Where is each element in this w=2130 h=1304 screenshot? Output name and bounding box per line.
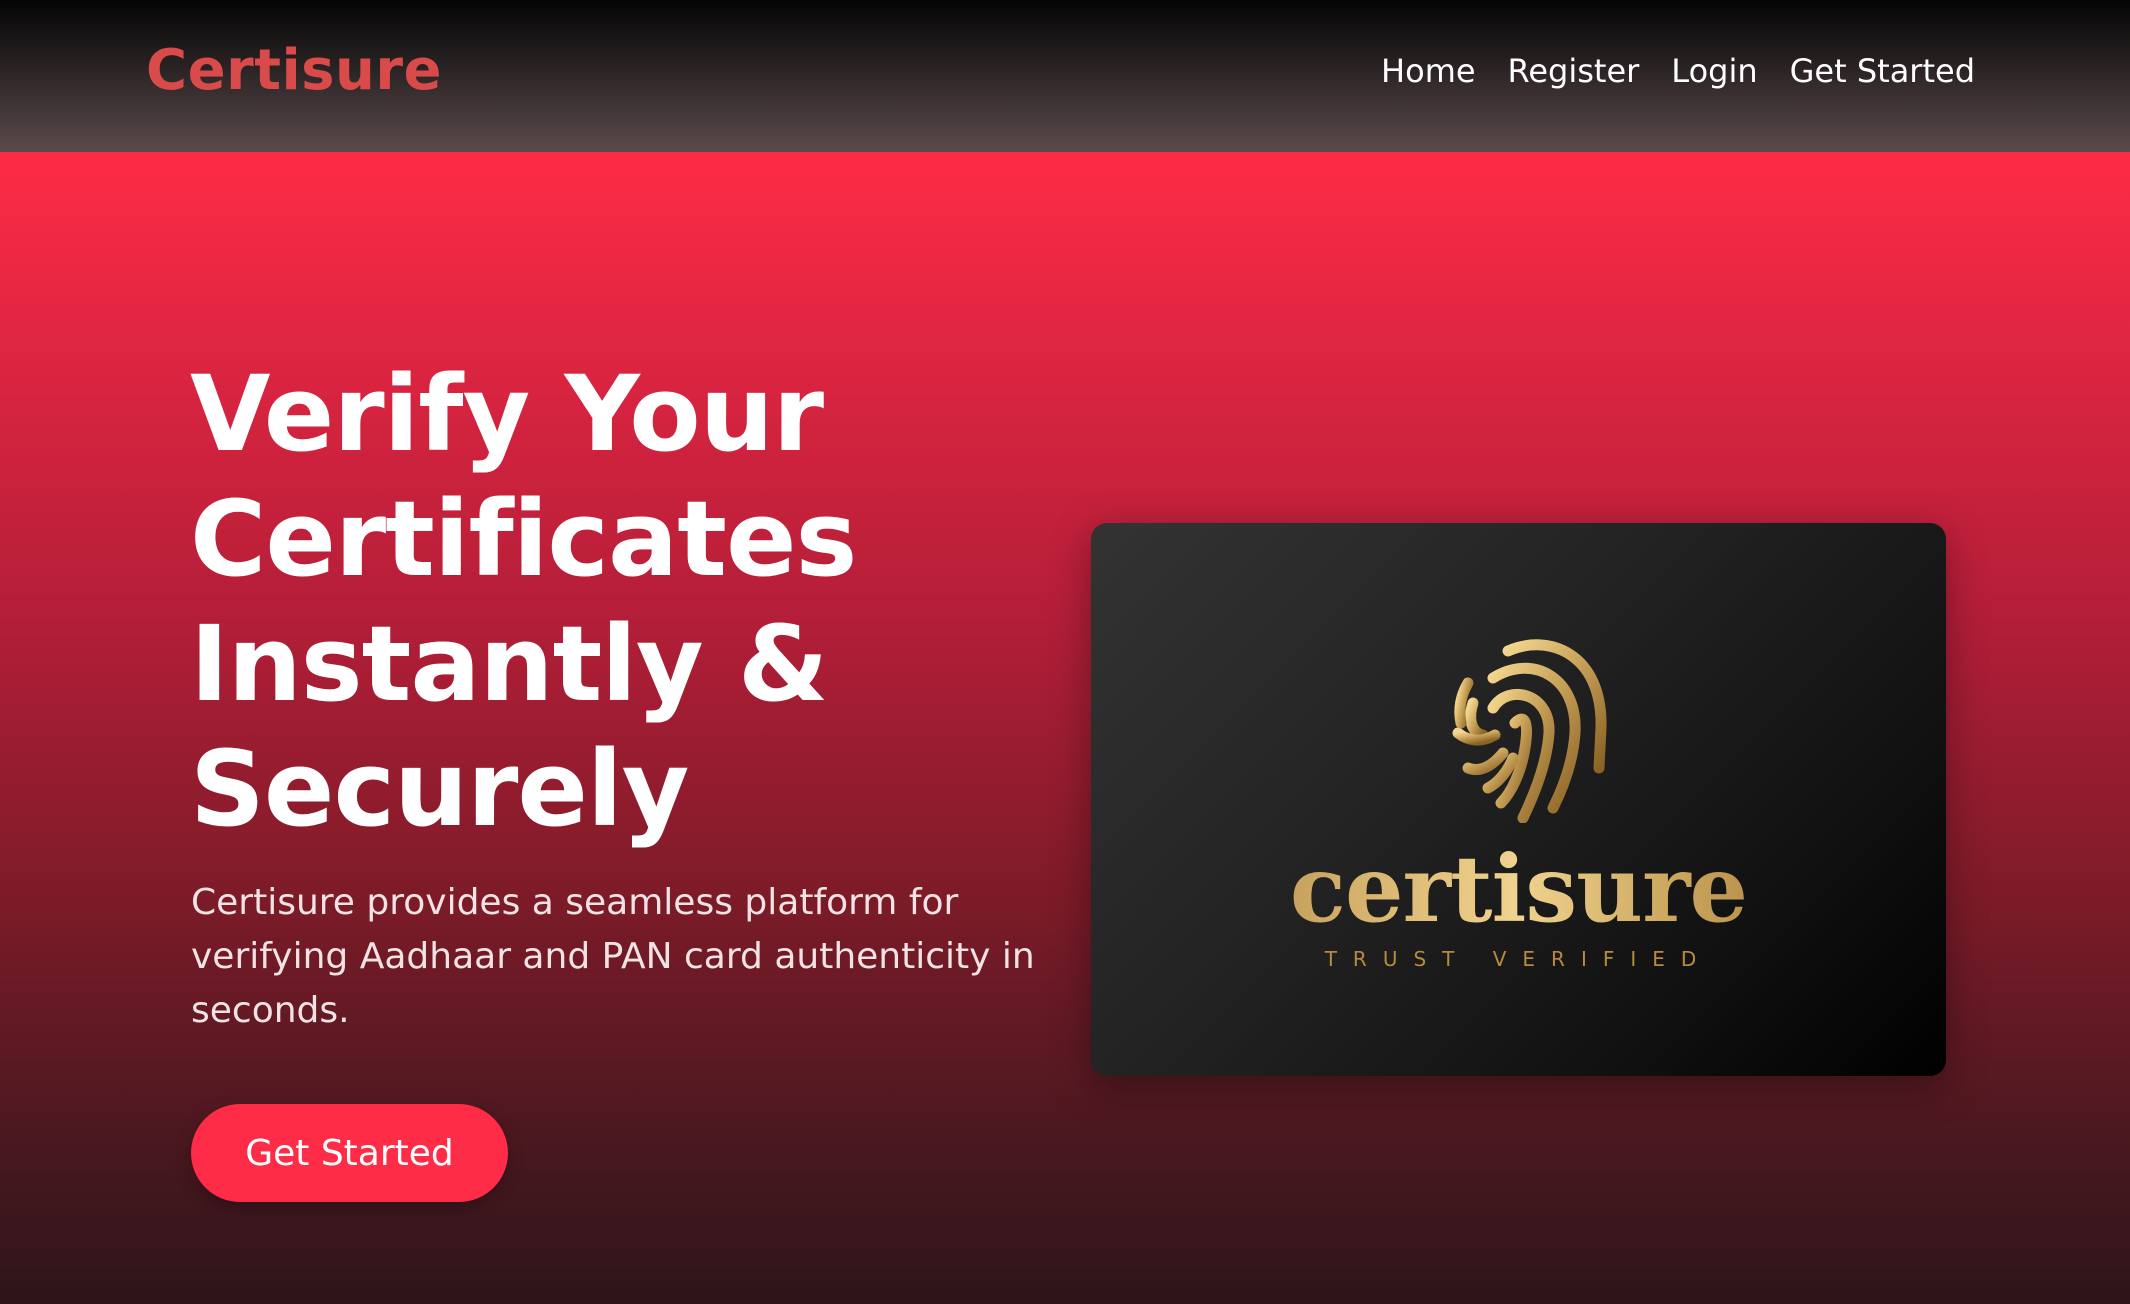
get-started-button[interactable]: Get Started (191, 1104, 508, 1202)
card-wordmark: certisure (1091, 839, 1946, 939)
nav-link-register[interactable]: Register (1508, 52, 1640, 90)
fingerprint-icon (1452, 639, 1607, 823)
hero-description: Certisure provides a seamless platform f… (191, 882, 1035, 1031)
navbar: Certisure Home Register Login Get Starte… (0, 0, 2130, 152)
brand-logo[interactable]: Certisure (146, 38, 442, 103)
nav-link-get-started[interactable]: Get Started (1790, 52, 1975, 90)
nav-link-home[interactable]: Home (1381, 52, 1476, 90)
card-tagline: TRUST VERIFIED (1324, 947, 1713, 971)
hero-headline: Verify Your Certificates Instantly & Sec… (190, 353, 857, 850)
hero-section: Verify Your Certificates Instantly & Sec… (0, 152, 2130, 1304)
brand-card: certisure TRUST VERIFIED (1091, 523, 1946, 1076)
nav-links: Home Register Login Get Started (1381, 52, 1975, 90)
nav-link-login[interactable]: Login (1671, 52, 1757, 90)
